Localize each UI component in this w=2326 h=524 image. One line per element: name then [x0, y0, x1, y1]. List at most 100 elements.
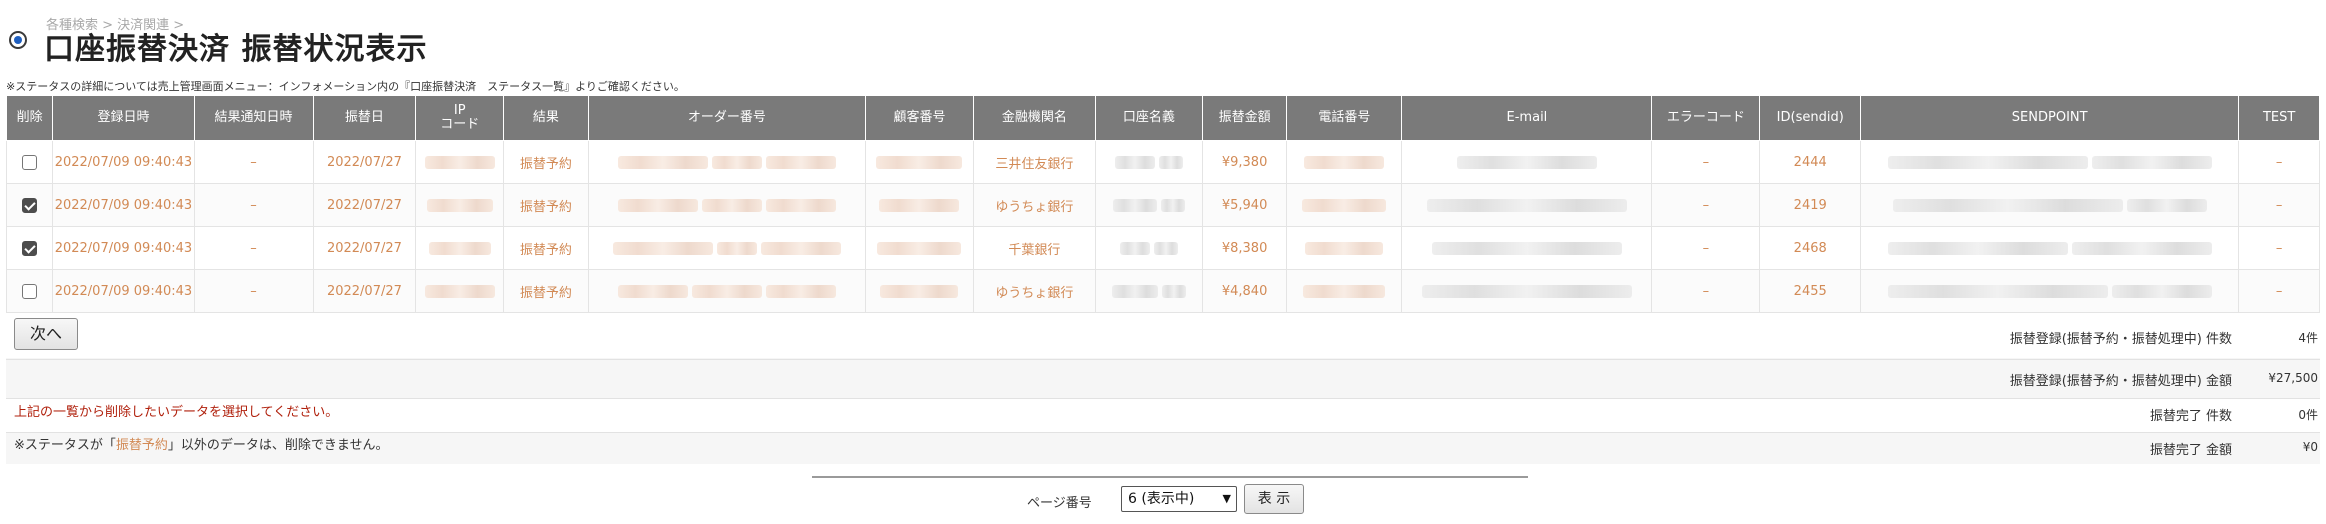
- redacted-value: [1153, 241, 1178, 255]
- redacted-value: [2091, 155, 2212, 169]
- column-header: 振替金額: [1201, 95, 1288, 141]
- redacted-value: [765, 284, 836, 298]
- transfer-date: 2022/07/27: [312, 140, 417, 184]
- transfer-amount: ¥8,380: [1201, 226, 1288, 270]
- transfer-date: 2022/07/27: [312, 269, 417, 313]
- delete-checkbox-cell: [5, 269, 54, 313]
- delete-checkbox[interactable]: [22, 197, 38, 213]
- summary-label: 振替登録(振替予約・振替処理中) 件数: [2009, 332, 2232, 347]
- redacted-value: [617, 155, 708, 169]
- redacted-value: [1303, 284, 1386, 298]
- summary-label: 振替完了 件数: [2149, 409, 2232, 424]
- registered-datetime: 2022/07/09 09:40:43: [52, 226, 195, 270]
- redacted-value: [426, 198, 493, 212]
- redacted-value: [701, 198, 762, 212]
- redacted-value: [617, 198, 698, 212]
- column-header: 口座名義: [1094, 95, 1203, 141]
- redacted-value: [711, 155, 762, 169]
- redacted-value: [617, 284, 688, 298]
- redacted-value: [2071, 241, 2212, 255]
- redacted-value: [880, 284, 959, 298]
- table-row: 2022/07/09 09:40:43 – 2022/07/27 振替予約 ゆうちょ銀行…: [5, 183, 2320, 227]
- error-code: –: [1651, 269, 1761, 313]
- show-button[interactable]: 表 示: [1244, 484, 1304, 514]
- delete-checkbox-cell: [5, 183, 54, 227]
- column-header: 結果通知日時: [193, 95, 314, 141]
- redacted-value: [1302, 198, 1387, 212]
- transfer-date: 2022/07/27: [312, 183, 417, 227]
- column-header: IP コード: [415, 95, 505, 141]
- bank-name: 三井住友銀行: [972, 140, 1096, 184]
- order-number: [587, 269, 867, 313]
- message-prefix: ※ステータスが「: [14, 438, 116, 453]
- sendpoint: [1860, 140, 2240, 184]
- notified-datetime: –: [193, 269, 314, 313]
- phone-number: [1286, 269, 1403, 313]
- customer-number: [865, 269, 974, 313]
- result-status: 振替予約: [503, 183, 589, 227]
- email: [1401, 183, 1653, 227]
- next-button[interactable]: 次へ: [14, 318, 78, 350]
- redacted-value: [1887, 284, 2108, 298]
- column-header: 振替日: [312, 95, 417, 141]
- result-status: 振替予約: [503, 226, 589, 270]
- column-header: E-mail: [1401, 95, 1653, 141]
- send-id: 2444: [1759, 140, 1862, 184]
- phone-number: [1286, 140, 1403, 184]
- redacted-value: [1161, 284, 1186, 298]
- order-number: [587, 226, 867, 270]
- redacted-value: [1160, 198, 1185, 212]
- ip-code: [415, 140, 505, 184]
- registered-datetime: 2022/07/09 09:40:43: [52, 140, 195, 184]
- column-header: SENDPOINT: [1860, 95, 2240, 141]
- notified-datetime: –: [193, 226, 314, 270]
- registered-datetime: 2022/07/09 09:40:43: [52, 269, 195, 313]
- delete-checkbox[interactable]: [22, 154, 38, 170]
- summary-value: 4件: [2298, 331, 2318, 345]
- redacted-value: [877, 241, 962, 255]
- bank-name: ゆうちょ銀行: [972, 183, 1096, 227]
- table-row: 2022/07/09 09:40:43–2022/07/27 振替予約 千葉銀行 ¥8…: [5, 226, 2320, 270]
- column-header: 結果: [503, 95, 589, 141]
- order-number: [587, 140, 867, 184]
- page-select[interactable]: 6 (表示中) ▼: [1121, 486, 1237, 512]
- divider: [6, 359, 2320, 360]
- customer-number: [865, 226, 974, 270]
- delete-restriction-message: ※ステータスが「振替予約」以外のデータは、削除できません。: [14, 434, 389, 453]
- redacted-value: [1158, 155, 1183, 169]
- column-header: 金融機関名: [972, 95, 1096, 141]
- page-number-label: ページ番号: [1027, 496, 1092, 511]
- transfer-status-table: 削除 登録日時 結果通知日時 振替日 IP コード 結果 オーダー番号 顧客番号 金融機関名 口座…: [5, 95, 2320, 313]
- send-id: 2419: [1759, 183, 1862, 227]
- delete-checkbox[interactable]: [22, 240, 38, 256]
- error-code: –: [1651, 183, 1761, 227]
- ip-code: [415, 269, 505, 313]
- email: [1401, 226, 1653, 270]
- redacted-value: [612, 241, 713, 255]
- message-suffix: 」以外のデータは、削除できません。: [167, 438, 389, 453]
- registered-datetime: 2022/07/09 09:40:43: [52, 183, 195, 227]
- summary-label: 振替登録(振替予約・振替処理中) 金額: [2009, 374, 2232, 389]
- redacted-value: [1456, 155, 1597, 169]
- transfer-date: 2022/07/27: [312, 226, 417, 270]
- account-holder: [1094, 226, 1203, 270]
- email: [1401, 140, 1653, 184]
- redacted-value: [1112, 198, 1157, 212]
- delete-checkbox[interactable]: [22, 283, 38, 299]
- redacted-value: [1305, 241, 1384, 255]
- account-holder: [1094, 183, 1203, 227]
- summary-value: ¥27,500: [2268, 371, 2318, 385]
- sendpoint: [1860, 183, 2240, 227]
- redacted-value: [424, 284, 495, 298]
- test-flag: –: [2238, 140, 2320, 184]
- send-id: 2455: [1759, 269, 1862, 313]
- transfer-amount: ¥5,940: [1201, 183, 1288, 227]
- account-holder: [1094, 140, 1203, 184]
- redacted-value: [1887, 241, 2068, 255]
- summary-value: ¥0: [2302, 440, 2318, 454]
- column-header: ID(sendid): [1759, 95, 1862, 141]
- send-id: 2468: [1759, 226, 1862, 270]
- table-row: 2022/07/09 09:40:43–2022/07/27 振替予約 三井住友銀行…: [5, 140, 2320, 184]
- summary-band: [6, 358, 2320, 398]
- summary-label: 振替完了 金額: [2149, 443, 2232, 458]
